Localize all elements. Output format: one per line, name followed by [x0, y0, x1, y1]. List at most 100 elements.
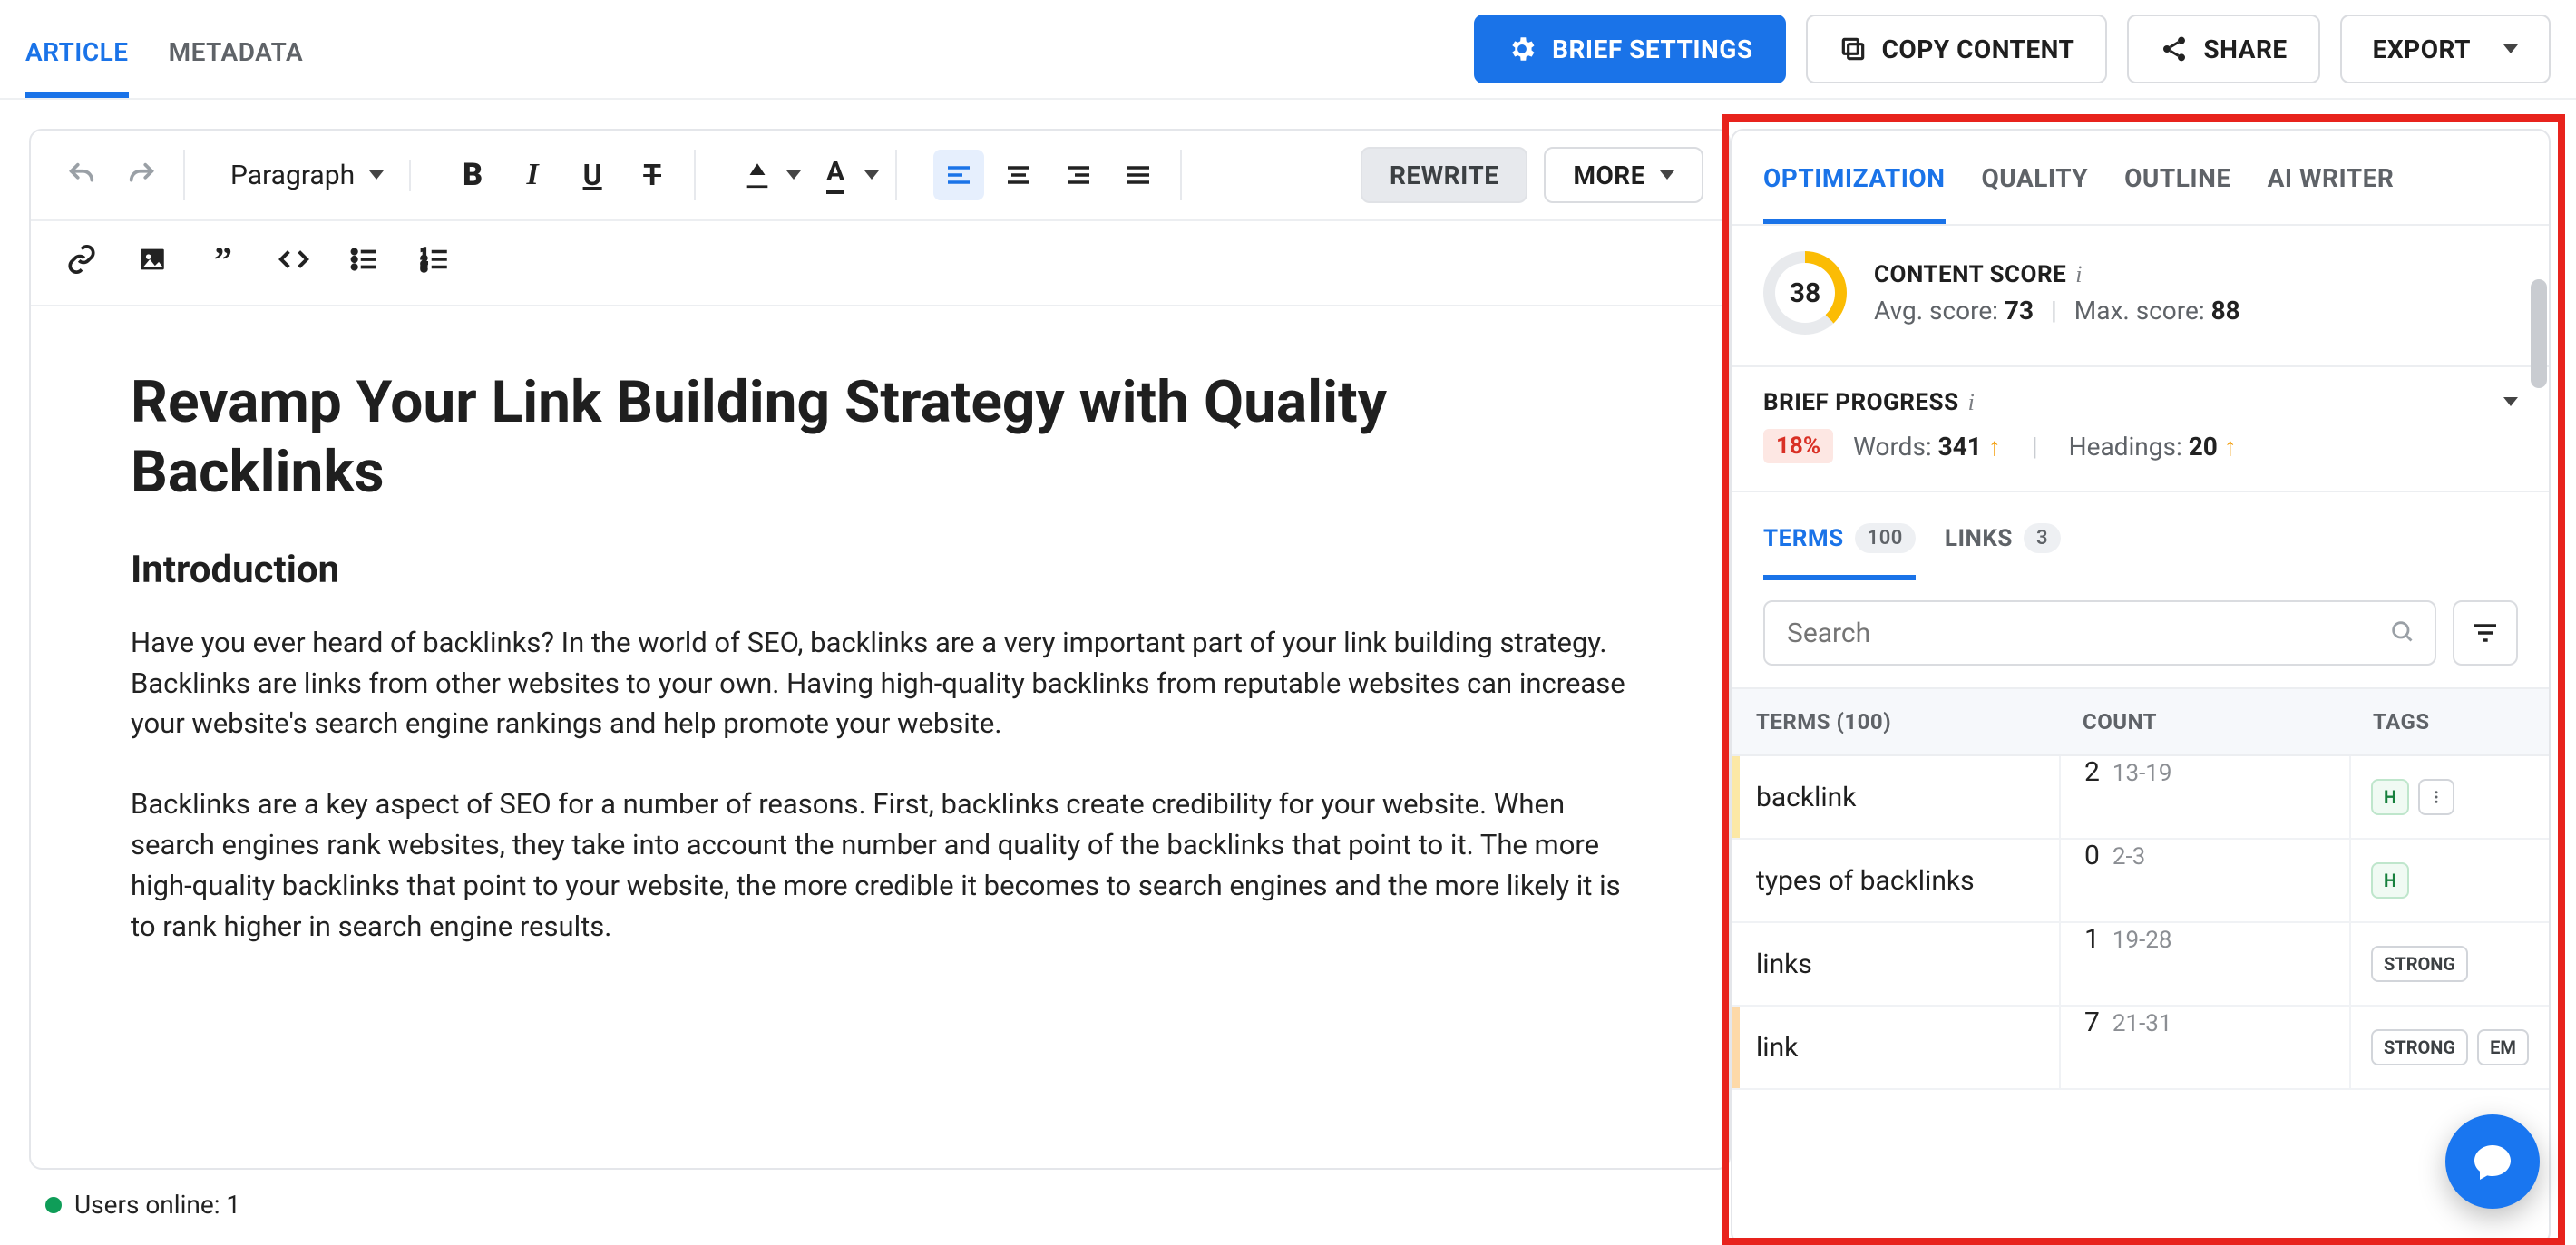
- chevron-down-icon: [1660, 170, 1674, 180]
- search-icon: [2389, 618, 2415, 647]
- usage-bar: [1732, 1007, 1740, 1088]
- article-h2[interactable]: Introduction: [131, 548, 1638, 592]
- code-button[interactable]: [268, 234, 319, 285]
- search-field[interactable]: [1763, 600, 2436, 666]
- bullet-list-button[interactable]: [339, 234, 390, 285]
- usage-bar: [1732, 756, 1740, 838]
- chat-bubble-button[interactable]: [2445, 1114, 2540, 1209]
- share-button[interactable]: SHARE: [2127, 15, 2319, 83]
- content-score-ring: 38: [1763, 251, 1847, 335]
- export-label: EXPORT: [2373, 34, 2471, 64]
- count-cell: 721-31: [2059, 1007, 2349, 1088]
- article-paragraph[interactable]: Have you ever heard of backlinks? In the…: [131, 623, 1638, 745]
- brief-progress-label: BRIEF PROGRESS: [1763, 389, 1959, 416]
- chevron-down-icon[interactable]: [864, 170, 879, 180]
- undo-button[interactable]: [56, 150, 107, 200]
- online-dot-icon: [45, 1197, 62, 1213]
- filter-button[interactable]: [2453, 600, 2518, 666]
- tag-badge: EM: [2477, 1029, 2529, 1065]
- content-score-value: 38: [1775, 263, 1835, 323]
- text-color-button[interactable]: A: [810, 150, 861, 200]
- col-tags[interactable]: TAGS: [2349, 689, 2549, 754]
- strikethrough-button[interactable]: T: [627, 150, 678, 200]
- brief-settings-label: BRIEF SETTINGS: [1552, 34, 1753, 64]
- align-right-button[interactable]: [1053, 150, 1104, 200]
- quote-button[interactable]: ”: [198, 234, 249, 285]
- headings-label: Headings:: [2069, 432, 2182, 462]
- info-icon[interactable]: i: [2075, 261, 2083, 288]
- tag-badge: STRONG: [2371, 1029, 2468, 1065]
- table-row[interactable]: types of backlinks02-3 H: [1732, 840, 2549, 923]
- term-cell: types of backlinks: [1732, 865, 2059, 897]
- terms-tab-label: TERMS: [1763, 525, 1844, 552]
- terms-table: TERMS (100) COUNT TAGS backlink213-19 Hty…: [1732, 687, 2549, 1243]
- redo-button[interactable]: [116, 150, 167, 200]
- link-button[interactable]: [56, 234, 107, 285]
- svg-text:2: 2: [421, 253, 426, 266]
- avg-score-label: Avg. score:: [1874, 296, 1998, 326]
- users-online-label: Users online: 1: [74, 1190, 240, 1220]
- col-terms[interactable]: TERMS (100): [1732, 689, 2059, 754]
- more-button[interactable]: MORE: [1544, 147, 1703, 203]
- progress-pct: 18%: [1763, 429, 1833, 463]
- table-row[interactable]: backlink213-19 H: [1732, 756, 2549, 840]
- tab-metadata[interactable]: METADATA: [169, 5, 304, 98]
- rewrite-button[interactable]: REWRITE: [1361, 147, 1528, 203]
- copy-content-button[interactable]: COPY CONTENT: [1806, 15, 2108, 83]
- max-score-label: Max. score:: [2074, 296, 2205, 326]
- search-input[interactable]: [1785, 617, 2376, 650]
- export-button[interactable]: EXPORT: [2340, 15, 2551, 83]
- tag-badge: H: [2371, 779, 2409, 815]
- words-value: 341: [1938, 432, 1982, 462]
- chevron-down-icon: [369, 170, 384, 180]
- tab-links[interactable]: LINKS 3: [1945, 514, 2061, 580]
- table-row[interactable]: link721-31STRONGEM: [1732, 1007, 2549, 1090]
- tab-article[interactable]: ARTICLE: [25, 5, 129, 98]
- terms-count-badge: 100: [1855, 523, 1916, 553]
- highlight-color-button[interactable]: [732, 150, 783, 200]
- tags-cell: H: [2349, 756, 2549, 838]
- col-count[interactable]: COUNT: [2059, 689, 2349, 754]
- underline-button[interactable]: U: [567, 150, 618, 200]
- tag-badge: H: [2371, 862, 2409, 899]
- count-cell: 119-28: [2059, 923, 2349, 1005]
- chevron-down-icon: [2503, 44, 2518, 53]
- status-bar: Users online: 1: [29, 1170, 1731, 1245]
- tab-optimization[interactable]: OPTIMIZATION: [1763, 131, 1946, 224]
- editor-card: Paragraph B I U T A: [29, 129, 1731, 1170]
- article-title[interactable]: Revamp Your Link Building Strategy with …: [131, 368, 1638, 508]
- paragraph-select[interactable]: Paragraph: [221, 160, 393, 191]
- top-bar: ARTICLE METADATA BRIEF SETTINGS COPY CON…: [0, 0, 2576, 100]
- align-justify-button[interactable]: [1113, 150, 1164, 200]
- row-menu-button[interactable]: [2418, 779, 2454, 815]
- align-center-button[interactable]: [993, 150, 1044, 200]
- image-button[interactable]: [127, 234, 178, 285]
- tag-badge: STRONG: [2371, 946, 2468, 982]
- document-body[interactable]: Revamp Your Link Building Strategy with …: [31, 306, 1729, 1168]
- tags-cell: STRONG: [2349, 923, 2549, 1005]
- tags-cell: STRONGEM: [2349, 1007, 2549, 1088]
- term-cell: link: [1732, 1032, 2059, 1064]
- tab-ai-writer[interactable]: AI WRITER: [2268, 131, 2395, 224]
- count-cell: 213-19: [2059, 756, 2349, 838]
- share-icon: [2160, 34, 2189, 63]
- align-left-button[interactable]: [933, 150, 984, 200]
- max-score-value: 88: [2211, 296, 2240, 326]
- paragraph-select-label: Paragraph: [230, 160, 355, 191]
- collapse-button[interactable]: [2503, 393, 2518, 410]
- chevron-down-icon[interactable]: [786, 170, 801, 180]
- numbered-list-button[interactable]: 123: [410, 234, 461, 285]
- brief-settings-button[interactable]: BRIEF SETTINGS: [1474, 15, 1786, 83]
- info-icon[interactable]: i: [1968, 389, 1976, 416]
- count-cell: 02-3: [2059, 840, 2349, 921]
- tab-outline[interactable]: OUTLINE: [2124, 131, 2230, 224]
- term-cell: backlink: [1732, 782, 2059, 813]
- italic-button[interactable]: I: [507, 150, 558, 200]
- article-paragraph[interactable]: Backlinks are a key aspect of SEO for a …: [131, 784, 1638, 948]
- links-count-badge: 3: [2024, 523, 2061, 553]
- bold-button[interactable]: B: [447, 150, 498, 200]
- table-row[interactable]: links119-28 STRONG: [1732, 923, 2549, 1007]
- tab-quality[interactable]: QUALITY: [1982, 131, 2089, 224]
- term-cell: links: [1732, 948, 2059, 980]
- tab-terms[interactable]: TERMS 100: [1763, 514, 1916, 580]
